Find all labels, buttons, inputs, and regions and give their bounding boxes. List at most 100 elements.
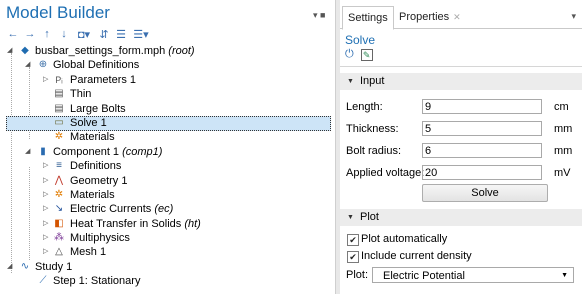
panel-menu-icon[interactable]: ▾ ■ xyxy=(313,10,325,21)
move-up-icon[interactable]: ↑ xyxy=(40,28,54,40)
voltage-label: Applied voltage: xyxy=(346,167,425,179)
length-unit: cm xyxy=(554,101,569,113)
model-builder-toolbar: ← → ↑ ↓ ◘▾ ⇵ ☰ ☰▾ xyxy=(6,27,151,41)
expand-toggle-icon[interactable]: ▷ xyxy=(43,217,48,231)
materials-icon: ✲ xyxy=(54,188,64,200)
tree-item-label: Large Bolts xyxy=(70,102,126,115)
parameter-case-icon: ▤ xyxy=(54,88,64,100)
tree-item-study[interactable]: ◢ ∿ Study 1 xyxy=(0,260,335,274)
electric-currents-icon: ↘ xyxy=(54,203,64,215)
tree-options-icon[interactable]: ☰▾ xyxy=(131,28,151,41)
tree-item-label: Mesh 1 xyxy=(70,246,107,259)
stationary-step-icon: ⟋ xyxy=(39,275,47,287)
input-section-header[interactable]: ▼ Input xyxy=(340,73,582,90)
tree-item-label: Study 1 xyxy=(35,260,73,273)
collapse-arrow-icon: ▼ xyxy=(347,214,354,221)
tree-item-materials[interactable]: ▷ ✲ Materials xyxy=(0,188,335,202)
tree-item-parameters[interactable]: ▷ Pᵢ Parameters 1 xyxy=(0,73,335,87)
expand-toggle-icon[interactable]: ▷ xyxy=(43,73,48,87)
thickness-field[interactable]: 5 xyxy=(422,121,542,136)
tree-item-label: Geometry 1 xyxy=(70,174,128,187)
close-icon[interactable]: ✕ xyxy=(453,12,461,22)
forward-arrow-icon[interactable]: → xyxy=(23,28,37,40)
plot-automatically-label: Plot automatically xyxy=(361,233,448,245)
tree-item-materials-global[interactable]: ✲ Materials xyxy=(0,130,335,144)
tree-item-label: Component 1 xyxy=(53,145,120,158)
bolt-radius-label: Bolt radius: xyxy=(346,145,402,157)
tree-item-solve[interactable]: ▭ Solve 1 xyxy=(0,115,335,131)
pi-icon: Pᵢ xyxy=(55,74,63,85)
expand-toggle-icon[interactable]: ▷ xyxy=(43,188,48,202)
bolt-radius-field[interactable]: 6 xyxy=(422,143,542,158)
expand-toggle-icon[interactable]: ▷ xyxy=(43,159,48,173)
tree-item-step[interactable]: ⟋ Step 1: Stationary xyxy=(0,274,335,288)
expand-toggle-icon[interactable]: ▷ xyxy=(43,245,48,259)
tree-item-mesh[interactable]: ▷ △ Mesh 1 xyxy=(0,245,335,259)
tree-item-tag: (ht) xyxy=(184,217,201,230)
tab-properties[interactable]: Properties ✕ xyxy=(394,6,466,28)
thickness-label: Thickness: xyxy=(346,123,399,135)
multiphysics-icon: ⁂ xyxy=(54,232,64,244)
tree-item-label: Materials xyxy=(70,131,115,144)
plot-section-header[interactable]: ▼ Plot xyxy=(340,209,582,226)
tree-item-electric-currents[interactable]: ▷ ↘ Electric Currents (ec) xyxy=(0,202,335,216)
parameter-case-icon: ▤ xyxy=(54,102,64,114)
tree-item-global-definitions[interactable]: ◢ ⊕ Global Definitions xyxy=(0,58,335,72)
expand-toggle-icon[interactable]: ▷ xyxy=(43,231,48,245)
definitions-icon: ≡ xyxy=(56,160,62,172)
geometry-icon: ⋀ xyxy=(54,174,64,186)
chevron-down-icon: ▼ xyxy=(561,272,568,279)
tree-item-root[interactable]: ◢ ◆ busbar_settings_form.mph (root) xyxy=(0,44,335,58)
section-title: Plot xyxy=(360,211,379,223)
tree-item-multiphysics[interactable]: ▷ ⁂ Multiphysics xyxy=(0,231,335,245)
bolt-radius-unit: mm xyxy=(554,145,573,157)
globe-icon: ⊕ xyxy=(38,59,48,71)
tree-item-thin[interactable]: ▤ Thin xyxy=(0,87,335,101)
collapse-icon[interactable]: ⇵ xyxy=(97,28,111,41)
expand-toggle-icon[interactable]: ▷ xyxy=(43,174,48,188)
length-label: Length: xyxy=(346,101,383,113)
tab-settings[interactable]: Settings xyxy=(342,6,394,30)
collapse-toggle-icon[interactable]: ◢ xyxy=(7,44,12,58)
settings-toolbar: ⏻ ✎ xyxy=(345,48,373,61)
solve-button[interactable]: Solve xyxy=(422,184,548,202)
tree-item-label: Materials xyxy=(70,188,115,201)
form-icon: ▭ xyxy=(54,116,64,128)
include-current-density-checkbox[interactable]: ✔ xyxy=(347,251,359,263)
study-icon: ∿ xyxy=(20,260,30,272)
tree-item-label: Thin xyxy=(70,88,92,101)
tree-item-large-bolts[interactable]: ▤ Large Bolts xyxy=(0,102,335,116)
panel-menu-icon[interactable]: ▾ xyxy=(571,11,576,22)
mesh-icon: △ xyxy=(55,246,63,258)
tree-item-geometry[interactable]: ▷ ⋀ Geometry 1 xyxy=(0,174,335,188)
tree-item-definitions[interactable]: ▷ ≡ Definitions xyxy=(0,159,335,173)
tree-item-heat-transfer[interactable]: ▷ ◧ Heat Transfer in Solids (ht) xyxy=(0,217,335,231)
tree-item-tag: (ec) xyxy=(154,203,174,216)
collapse-arrow-icon: ▼ xyxy=(347,78,354,85)
model-builder-title: Model Builder xyxy=(6,3,110,22)
length-field[interactable]: 9 xyxy=(422,99,542,114)
collapse-toggle-icon[interactable]: ◢ xyxy=(25,145,30,159)
tree-item-label: Heat Transfer in Solids xyxy=(70,217,182,230)
back-arrow-icon[interactable]: ← xyxy=(6,28,20,40)
model-tree: ◢ ◆ busbar_settings_form.mph (root) ◢ ⊕ … xyxy=(0,44,335,289)
tree-item-tag: (comp1) xyxy=(122,145,163,158)
compute-icon[interactable]: ⏻ xyxy=(345,48,354,61)
edit-icon[interactable]: ✎ xyxy=(360,48,373,61)
heat-transfer-icon: ◧ xyxy=(54,217,64,229)
settings-heading: Solve xyxy=(345,33,376,47)
section-title: Input xyxy=(360,75,385,87)
plot-select[interactable]: Electric Potential ▼ xyxy=(372,267,574,283)
expand-toggle-icon[interactable]: ▷ xyxy=(43,202,48,216)
collapse-toggle-icon[interactable]: ◢ xyxy=(7,260,12,274)
move-down-icon[interactable]: ↓ xyxy=(57,28,71,40)
tab-label: Settings xyxy=(348,12,388,24)
plot-automatically-checkbox[interactable]: ✔ xyxy=(347,234,359,246)
settings-panel: Settings Properties ✕ ▾ Solve ⏻ ✎ ▼ Input… xyxy=(340,0,582,294)
expand-icon[interactable]: ☰ xyxy=(114,28,128,41)
voltage-field[interactable]: 20 xyxy=(422,165,542,180)
tree-item-component[interactable]: ◢ ▮ Component 1 (comp1) xyxy=(0,145,335,159)
show-icon[interactable]: ◘▾ xyxy=(74,28,94,41)
collapse-toggle-icon[interactable]: ◢ xyxy=(25,58,30,72)
voltage-unit: mV xyxy=(554,167,571,179)
